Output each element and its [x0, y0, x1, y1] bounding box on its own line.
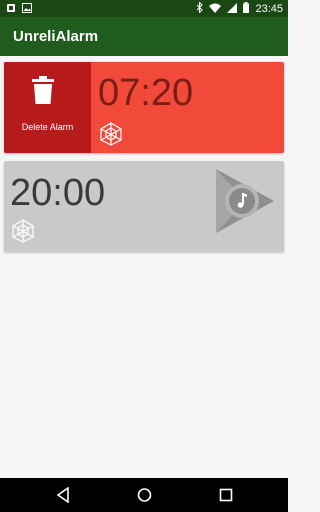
delete-alarm-label: Delete Alarm [21, 122, 74, 132]
alarm-time[interactable]: 20:00 [10, 172, 105, 215]
notification-icon [6, 3, 16, 16]
play-music-icon[interactable] [214, 167, 276, 240]
web-spider-icon [10, 218, 36, 249]
alarm-time[interactable]: 07:20 [98, 72, 193, 115]
image-icon [22, 3, 32, 16]
web-spider-icon [98, 121, 124, 152]
nav-bar [0, 478, 288, 512]
home-icon[interactable] [137, 487, 152, 508]
recents-icon[interactable] [219, 487, 233, 508]
signal-icon [227, 2, 238, 16]
back-icon[interactable] [56, 486, 70, 508]
alarm-card[interactable]: Delete Alarm 07:20 [4, 62, 284, 153]
trash-icon [32, 76, 54, 109]
wifi-icon [209, 3, 222, 16]
battery-icon [243, 2, 250, 16]
bluetooth-icon [196, 1, 204, 16]
app-bar: UnreliAlarm [0, 17, 288, 56]
alarm-card[interactable]: 20:00 [4, 161, 284, 252]
status-bar: 23:45 [0, 0, 288, 17]
delete-alarm-button[interactable]: Delete Alarm [4, 62, 91, 153]
status-clock: 23:45 [255, 3, 283, 15]
app-title: UnreliAlarm [13, 28, 99, 45]
